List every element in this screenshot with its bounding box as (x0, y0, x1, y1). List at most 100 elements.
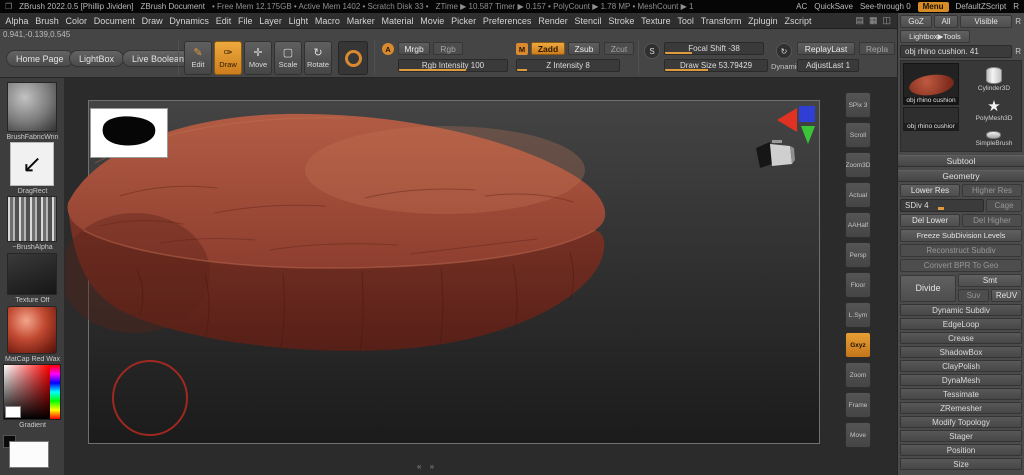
lightbox-tools-button[interactable]: Lightbox▶Tools (900, 30, 970, 43)
dynamesh-section[interactable]: DynaMesh (900, 374, 1022, 386)
rotate-mode-button[interactable]: ↻ Rotate (304, 41, 332, 75)
menu-edit[interactable]: Edit (212, 16, 234, 26)
draw-mode-button[interactable]: ✑ Draw (214, 41, 242, 75)
dynamic-subdiv-section[interactable]: Dynamic Subdiv (900, 304, 1022, 316)
adjust-last-slider[interactable]: AdjustLast 1 (797, 59, 859, 72)
m-mode-icon[interactable]: M (516, 43, 528, 55)
zadd-button[interactable]: Zadd (531, 42, 565, 55)
reconstruct-subdiv-button[interactable]: Reconstruct Subdiv (900, 244, 1022, 257)
edgeloop-section[interactable]: EdgeLoop (900, 318, 1022, 330)
freeze-subdivision-button[interactable]: Freeze SubDivision Levels (900, 229, 1022, 242)
stager-section[interactable]: Stager (900, 430, 1022, 442)
tessimate-section[interactable]: Tessimate (900, 388, 1022, 400)
goz-button[interactable]: GoZ (900, 15, 932, 28)
tool-restore[interactable]: R (1014, 47, 1022, 56)
home-page-button[interactable]: Home Page (6, 50, 74, 67)
smt-toggle[interactable]: Smt (958, 274, 1022, 287)
seethrough-slider[interactable]: See-through 0 (860, 2, 911, 11)
reuv-button[interactable]: ReUV (991, 289, 1022, 302)
menu-tool[interactable]: Tool (674, 16, 697, 26)
persp-button[interactable]: Persp (845, 242, 871, 268)
cage-button[interactable]: Cage (986, 199, 1022, 212)
subtool-section-header[interactable]: Subtool (898, 155, 1024, 167)
rgb-intensity-slider[interactable]: Rgb Intensity 100 (398, 59, 508, 72)
z-intensity-slider[interactable]: Z Intensity 8 (516, 59, 620, 72)
modify-topology-section[interactable]: Modify Topology (900, 416, 1022, 428)
floor-button[interactable]: Floor (845, 272, 871, 298)
menu-texture[interactable]: Texture (638, 16, 674, 26)
menu-transform[interactable]: Transform (697, 16, 744, 26)
menu-alpha[interactable]: Alpha (2, 16, 32, 26)
layout-icon[interactable]: ▤ (855, 15, 864, 26)
menu-zplugin[interactable]: Zplugin (745, 16, 781, 26)
lower-res-button[interactable]: Lower Res (900, 184, 960, 197)
color-picker[interactable] (3, 364, 61, 420)
simplebrush-tool[interactable]: SimpleBrush (976, 130, 1012, 147)
menu-zscript[interactable]: Zscript (781, 16, 815, 26)
edit-mode-button[interactable]: ✎ Edit (184, 41, 212, 75)
material-thumbnail[interactable] (7, 306, 57, 354)
document-canvas[interactable]: « » (65, 78, 897, 475)
menu-layer[interactable]: Layer (256, 16, 285, 26)
move-canvas-button[interactable]: Move (845, 422, 871, 448)
menu-stencil[interactable]: Stencil (571, 16, 605, 26)
current-tool-bar[interactable]: obj rhino cushion. 41 (900, 45, 1013, 58)
menu-material[interactable]: Material (378, 16, 417, 26)
menu-preferences[interactable]: Preferences (480, 16, 535, 26)
menu-picker[interactable]: Picker (448, 16, 480, 26)
scroll-button[interactable]: Scroll (845, 122, 871, 148)
ac-toggle[interactable]: AC (796, 2, 807, 11)
zsub-button[interactable]: Zsub (568, 42, 600, 55)
spix-button[interactable]: SPix 3 (845, 92, 871, 118)
draw-size-slider[interactable]: Draw Size 53.79429 (664, 59, 768, 72)
menu-color[interactable]: Color (62, 16, 90, 26)
menu-light[interactable]: Light (285, 16, 311, 26)
stroke-thumbnail[interactable]: ↙ (10, 142, 54, 186)
history-tool-thumbnail[interactable]: obj rhino cushior (903, 107, 959, 131)
cylinder3d-tool[interactable]: Cylinder3D (978, 67, 1010, 92)
lightbox-button[interactable]: LightBox (69, 50, 125, 67)
menu-marker[interactable]: Marker (343, 16, 378, 26)
brush-thumbnail[interactable] (7, 82, 57, 132)
geometry-section-header[interactable]: Geometry (898, 170, 1024, 182)
menu-document[interactable]: Document (90, 16, 138, 26)
menu-button[interactable]: Menu (917, 1, 949, 12)
gxyz-button[interactable]: Gxyz (845, 332, 871, 358)
menu-movie[interactable]: Movie (417, 16, 448, 26)
actual-button[interactable]: Actual (845, 182, 871, 208)
saturation-square[interactable] (4, 365, 50, 419)
menu-dynamics[interactable]: Dynamics (166, 16, 212, 26)
palette-restore[interactable]: R (1014, 17, 1022, 26)
focal-shift-slider[interactable]: Focal Shift -38 (664, 42, 764, 55)
menu-macro[interactable]: Macro (312, 16, 344, 26)
mrgb-button[interactable]: Mrgb (398, 42, 430, 55)
zcut-button[interactable]: Zcut (604, 42, 634, 55)
crease-section[interactable]: Crease (900, 332, 1022, 344)
zremesher-section[interactable]: ZRemesher (900, 402, 1022, 414)
zscript-button[interactable]: DefaultZScript (956, 2, 1007, 11)
move-mode-button[interactable]: ✛ Move (244, 41, 272, 75)
alpha-preview[interactable] (90, 108, 168, 158)
claypolish-section[interactable]: ClayPolish (900, 360, 1022, 372)
menu-file[interactable]: File (235, 16, 256, 26)
stroke-icon[interactable]: S (644, 43, 660, 59)
alpha-thumbnail[interactable] (7, 196, 57, 242)
higher-res-button[interactable]: Higher Res (962, 184, 1022, 197)
quicksave-button[interactable]: QuickSave (814, 2, 853, 11)
goz-visible-button[interactable]: Visible (960, 15, 1013, 28)
sdiv-slider[interactable]: SDiv 4 (900, 199, 984, 212)
local-symmetry-button[interactable]: L.Sym (845, 302, 871, 328)
texture-thumbnail[interactable] (7, 253, 57, 295)
brush-radius-button[interactable] (338, 41, 368, 75)
anchor-icon[interactable]: A (382, 43, 394, 55)
zoom-button[interactable]: Zoom (845, 362, 871, 388)
frame-button[interactable]: Frame (845, 392, 871, 418)
divide-button[interactable]: Divide (900, 274, 956, 302)
del-higher-button[interactable]: Del Higher (962, 214, 1022, 227)
app-icon[interactable]: ❒ (5, 2, 12, 11)
position-section[interactable]: Position (900, 444, 1022, 456)
panels-icon[interactable]: ◫ (882, 15, 891, 26)
replay-icon[interactable]: ↻ (776, 43, 792, 59)
menu-draw[interactable]: Draw (138, 16, 166, 26)
replay-last-button[interactable]: ReplayLast (797, 42, 855, 55)
